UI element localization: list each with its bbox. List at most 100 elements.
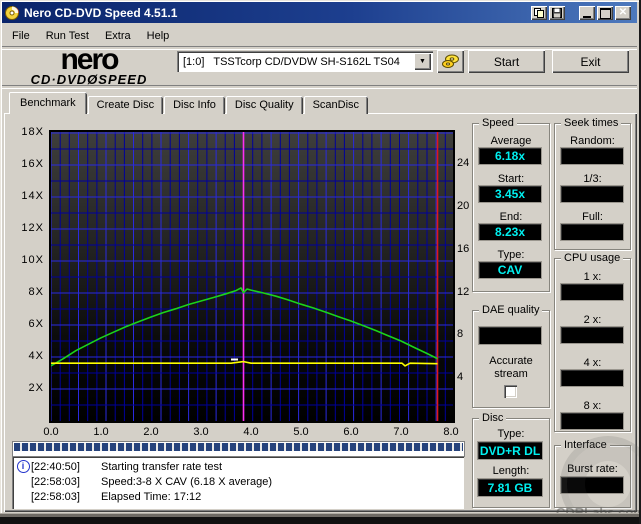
cpu-usage-group: CPU usage 1 x: 2 x: 4 x: 8 x: [554, 252, 631, 432]
exit-button[interactable]: Exit [552, 50, 629, 73]
tab-disc-info[interactable]: Disc Info [164, 96, 225, 114]
cpu-2x-display [561, 327, 623, 343]
seek-times-group-title: Seek times [561, 117, 622, 129]
cpu-2x-label: 2 x: [583, 314, 602, 326]
left-axis-tick: 2X [28, 382, 44, 394]
cpu-4x-label: 4 x: [583, 357, 602, 369]
save-results-button[interactable] [549, 6, 565, 20]
left-axis-tick: 14X [21, 190, 44, 202]
eject-button[interactable] [437, 50, 464, 73]
right-axis-tick: 8 [457, 328, 464, 340]
tab-strip: Benchmark Create Disc Disc Info Disc Qua… [9, 92, 369, 114]
chart-plot-area [50, 132, 453, 421]
progress-fill [14, 443, 463, 451]
cpu-1x-label: 1 x: [583, 271, 602, 283]
one-third-seek-label: 1/3: [583, 173, 602, 185]
eject-disc-icon [441, 54, 459, 68]
cpu-1x-display [561, 284, 623, 300]
x-axis-tick: 5.0 [293, 426, 309, 438]
average-speed-display: 6.18x [479, 148, 541, 164]
tab-benchmark[interactable]: Benchmark [9, 92, 87, 114]
app-icon [5, 5, 19, 20]
tab-scandisc-label: ScanDisc [312, 99, 360, 111]
full-seek-display [561, 224, 623, 240]
accurate-stream-label-2: stream [494, 368, 528, 380]
app-window: Nero CD-DVD Speed 4.51.1 ✕ File Run Test… [0, 0, 641, 524]
left-axis-tick: 10X [21, 254, 44, 266]
log-row: [22:58:03] Speed:3-8 X CAV (6.18 X avera… [15, 474, 464, 489]
window-title: Nero CD-DVD Speed 4.51.1 [24, 5, 178, 20]
average-label: Average [490, 135, 532, 147]
x-axis-tick: 8.0 [443, 426, 459, 438]
speed-group-title: Speed [479, 117, 517, 129]
disc-length-label: Length: [492, 465, 530, 477]
tab-benchmark-label: Benchmark [20, 97, 76, 109]
cpu-4x-display [561, 370, 623, 386]
drive-selector[interactable]: [1:0] TSSTcorp CD/DVDW SH-S162L TS04 ▼ [177, 51, 433, 72]
title-bar[interactable]: Nero CD-DVD Speed 4.51.1 ✕ [2, 2, 637, 23]
window-edge [0, 517, 641, 524]
menu-extra[interactable]: Extra [97, 28, 139, 44]
x-axis-tick: 0.0 [43, 426, 59, 438]
left-axis-tick: 8X [28, 286, 44, 298]
left-axis-tick: 18X [21, 126, 44, 138]
tab-disc-quality[interactable]: Disc Quality [225, 96, 303, 114]
left-axis-tick: 12X [21, 222, 44, 234]
x-axis-tick: 2.0 [143, 426, 159, 438]
dae-quality-group-title: DAE quality [479, 304, 543, 316]
right-axis-tick: 12 [457, 286, 470, 298]
disc-type-label: Type: [497, 428, 525, 440]
drive-selector-value: [1:0] TSSTcorp CD/DVDW SH-S162L TS04 [183, 55, 400, 68]
speed-type-label: Type: [497, 249, 525, 261]
random-seek-label: Random: [570, 135, 615, 147]
left-axis-tick: 4X [28, 350, 44, 362]
log-message: Elapsed Time: 17:12 [101, 490, 202, 503]
maximize-button[interactable] [597, 6, 613, 20]
log-time: [22:40:50] [31, 460, 80, 473]
minimize-icon [583, 15, 591, 18]
transfer-rate-chart [49, 130, 455, 423]
left-axis-tick: 6X [28, 318, 44, 330]
start-label: Start: [497, 173, 525, 185]
save-floppy-icon [552, 8, 562, 18]
dae-quality-display [479, 327, 541, 344]
menu-run-test[interactable]: Run Test [38, 28, 97, 44]
minimize-button[interactable] [579, 6, 595, 20]
cpu-8x-label: 8 x: [583, 400, 602, 412]
tab-scandisc[interactable]: ScanDisc [303, 96, 369, 114]
copy-screenshot-button[interactable] [531, 6, 547, 20]
start-button[interactable]: Start [468, 50, 545, 73]
start-speed-display: 3.45x [479, 186, 541, 202]
close-icon: ✕ [618, 7, 628, 18]
maximize-icon [599, 7, 611, 19]
disc-length-display: 7.81 GB [478, 479, 542, 496]
end-speed-display: 8.23x [479, 224, 541, 240]
random-seek-display [561, 148, 623, 164]
menu-help[interactable]: Help [139, 28, 178, 44]
disc-group-title: Disc [479, 412, 507, 424]
x-axis-tick: 3.0 [193, 426, 209, 438]
log-message: Starting transfer rate test [101, 460, 223, 473]
cpu-8x-display [561, 413, 623, 429]
end-label: End: [499, 211, 523, 223]
tab-disc-info-label: Disc Info [173, 99, 216, 111]
accurate-stream-checkbox[interactable] [504, 385, 517, 398]
dae-quality-group: DAE quality Accurate stream [472, 304, 550, 408]
tab-disc-quality-label: Disc Quality [234, 99, 294, 111]
test-progress-bar [12, 441, 465, 457]
tab-create-disc[interactable]: Create Disc [87, 96, 164, 114]
log-row: [22:58:03] Elapsed Time: 17:12 [15, 489, 464, 504]
drive-dropdown-button[interactable]: ▼ [414, 53, 431, 70]
x-axis-tick: 6.0 [343, 426, 359, 438]
separator [2, 85, 637, 89]
right-axis-tick: 16 [457, 243, 470, 255]
one-third-seek-display [561, 186, 623, 202]
right-axis-tick: 24 [457, 157, 470, 169]
right-axis-tick: 20 [457, 200, 470, 212]
nero-logo: nero CD·DVDØSPEED [14, 45, 164, 87]
menu-file[interactable]: File [4, 28, 38, 44]
x-axis-tick: 4.0 [243, 426, 259, 438]
close-button[interactable]: ✕ [615, 6, 631, 20]
accurate-stream-label: Accurate [489, 355, 533, 367]
exit-button-label: Exit [580, 54, 601, 69]
